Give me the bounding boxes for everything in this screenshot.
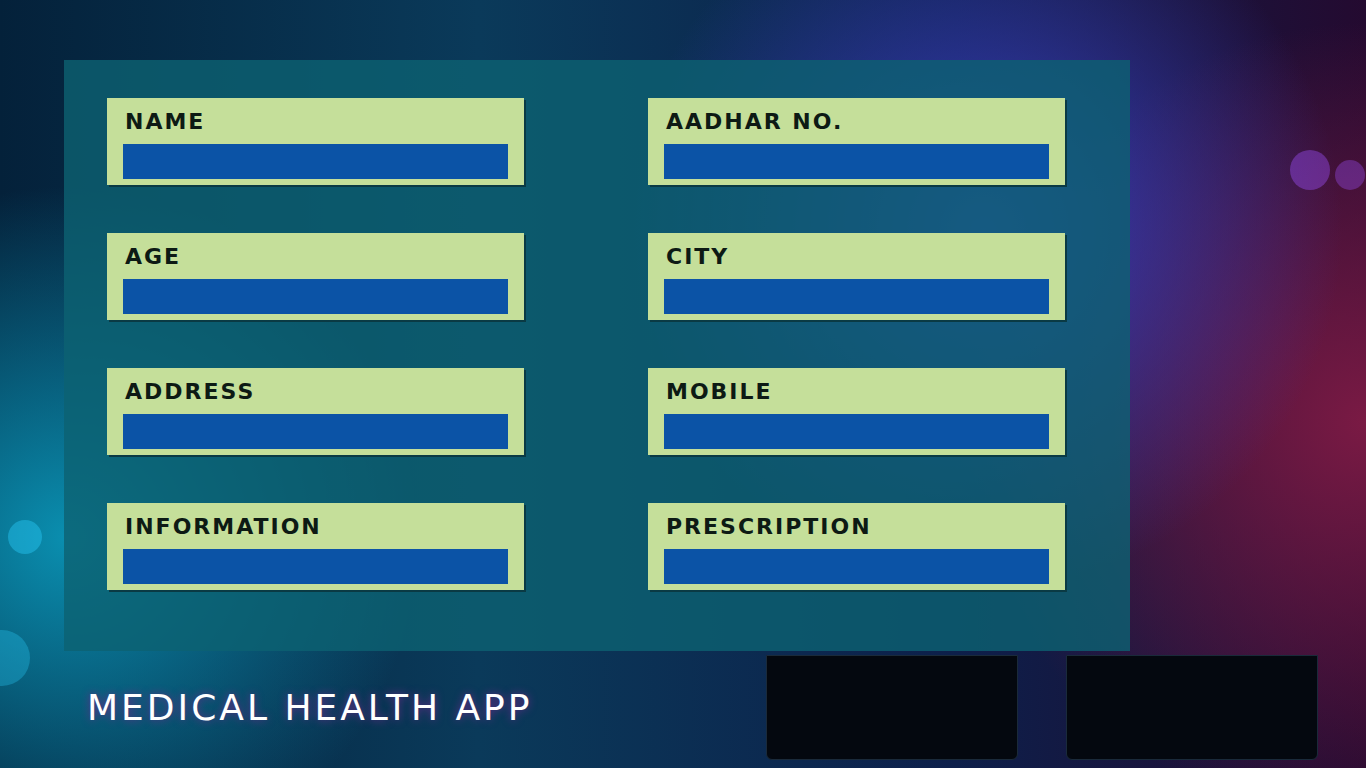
field-label: CITY bbox=[664, 243, 1049, 271]
field-label: AGE bbox=[123, 243, 508, 271]
dark-panel bbox=[1066, 655, 1318, 760]
field-label: AADHAR NO. bbox=[664, 108, 1049, 136]
text-input[interactable] bbox=[664, 549, 1049, 584]
footer: MEDICAL HEALTH APP bbox=[0, 655, 1366, 760]
field-label: ADDRESS bbox=[123, 378, 508, 406]
field-label: INFORMATION bbox=[123, 513, 508, 541]
text-input[interactable] bbox=[664, 414, 1049, 449]
form-grid: NAME AADHAR NO. AGE CITY ADDRESS MOBILE INFORM… bbox=[107, 98, 1065, 590]
field-label: MOBILE bbox=[664, 378, 1049, 406]
text-input[interactable] bbox=[664, 144, 1049, 179]
text-input[interactable] bbox=[123, 144, 508, 179]
text-input[interactable] bbox=[123, 279, 508, 314]
field-label: PRESCRIPTION bbox=[664, 513, 1049, 541]
form-field: CITY bbox=[648, 233, 1065, 320]
bubble-decoration bbox=[0, 630, 30, 686]
dark-panel bbox=[766, 655, 1018, 760]
bottom-panels bbox=[766, 655, 1318, 760]
bubble-decoration bbox=[1290, 150, 1330, 190]
form-field: AADHAR NO. bbox=[648, 98, 1065, 185]
form-field: INFORMATION bbox=[107, 503, 524, 590]
form-field: NAME bbox=[107, 98, 524, 185]
text-input[interactable] bbox=[123, 414, 508, 449]
form-panel: NAME AADHAR NO. AGE CITY ADDRESS MOBILE INFORM… bbox=[64, 60, 1130, 651]
bubble-decoration bbox=[1335, 160, 1365, 190]
bubble-decoration bbox=[8, 520, 42, 554]
form-field: PRESCRIPTION bbox=[648, 503, 1065, 590]
form-field: MOBILE bbox=[648, 368, 1065, 455]
app-screen: NAME AADHAR NO. AGE CITY ADDRESS MOBILE INFORM… bbox=[0, 0, 1366, 768]
form-field: AGE bbox=[107, 233, 524, 320]
text-input[interactable] bbox=[123, 549, 508, 584]
text-input[interactable] bbox=[664, 279, 1049, 314]
app-title: MEDICAL HEALTH APP bbox=[87, 686, 533, 729]
field-label: NAME bbox=[123, 108, 508, 136]
form-field: ADDRESS bbox=[107, 368, 524, 455]
